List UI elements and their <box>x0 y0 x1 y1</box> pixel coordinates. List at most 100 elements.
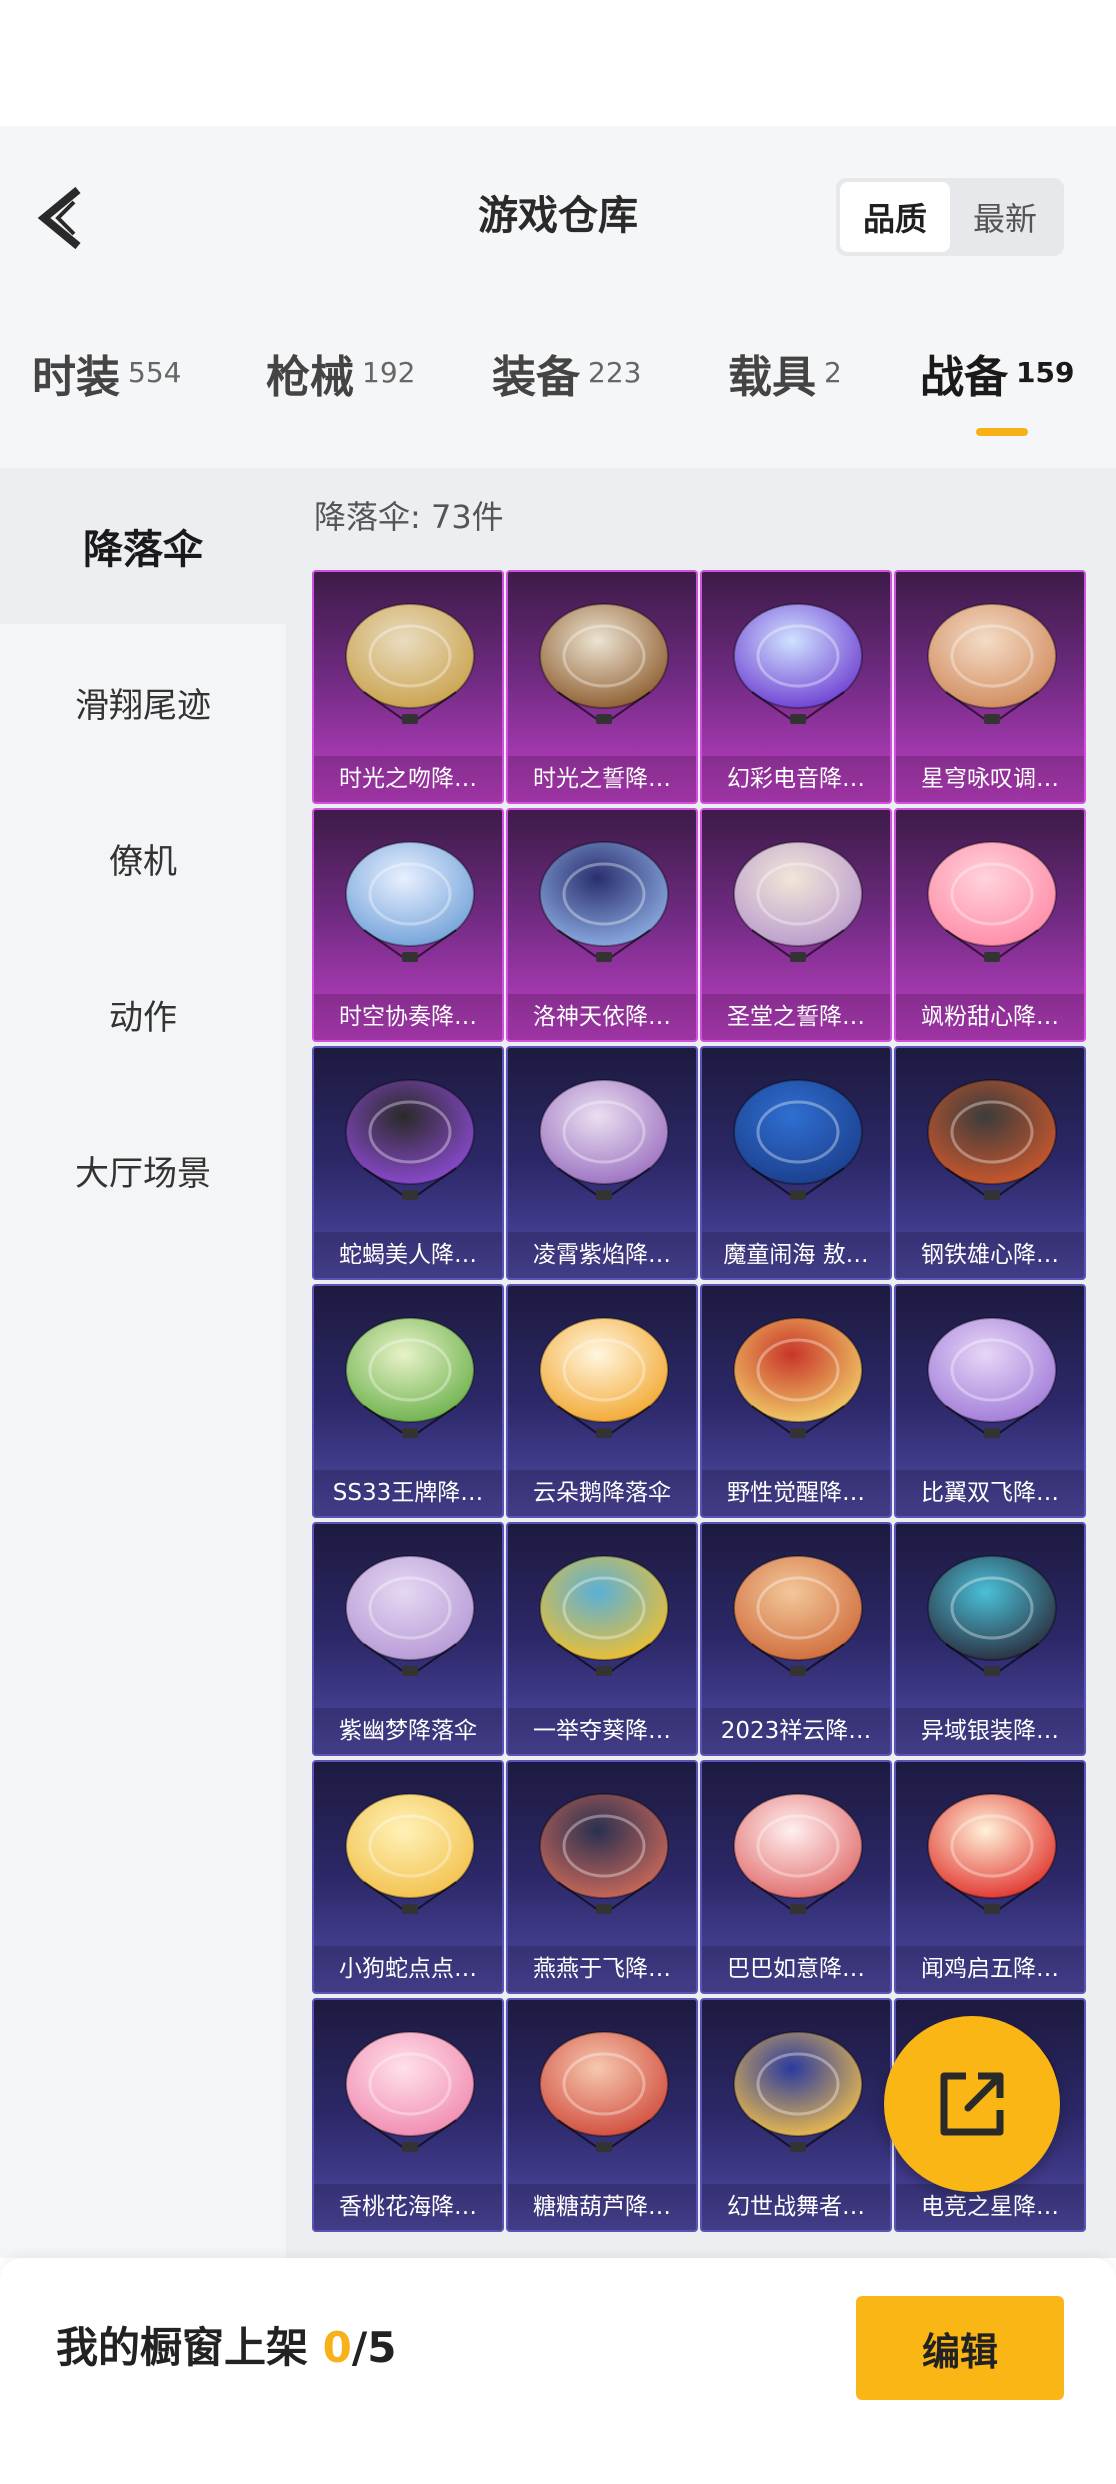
parachute-item-name: 紫幽梦降落伞 <box>314 1708 502 1754</box>
parachute-icon <box>733 1555 863 1676</box>
parachute-item-name: 幻彩电音降… <box>702 756 890 802</box>
parachute-item-name: 飒粉甜心降… <box>896 994 1084 1040</box>
showcase-label-text: 我的橱窗上架 <box>56 2323 323 2372</box>
parachute-item-name: 星穹咏叹调… <box>896 756 1084 802</box>
parachute-item[interactable]: 时光之誓降… <box>506 570 698 804</box>
parachute-item[interactable]: 星穹咏叹调… <box>894 570 1086 804</box>
showcase-max-count: /5 <box>351 2323 397 2372</box>
parachute-item[interactable]: 2023祥云降… <box>700 1522 892 1756</box>
sidebar-item-glide-trail[interactable]: 滑翔尾迹 <box>0 624 286 780</box>
parachute-item[interactable]: 异域银装降… <box>894 1522 1086 1756</box>
parachute-item[interactable]: 闻鸡启五降… <box>894 1760 1086 1994</box>
share-fab-button[interactable] <box>884 2016 1060 2192</box>
parachute-item-name: 巴巴如意降… <box>702 1946 890 1992</box>
parachute-item-name: 蛇蝎美人降… <box>314 1232 502 1278</box>
tab-count: 2 <box>824 356 842 389</box>
parachute-item[interactable]: 幻世战舞者… <box>700 1998 892 2232</box>
parachute-item[interactable]: 野性觉醒降… <box>700 1284 892 1518</box>
parachute-item[interactable]: 时空协奏降… <box>312 808 504 1042</box>
tab-count: 159 <box>1016 356 1075 389</box>
parachute-item[interactable]: 糖糖葫芦降… <box>506 1998 698 2232</box>
parachute-item-name: 糖糖葫芦降… <box>508 2184 696 2230</box>
sort-newest-button[interactable]: 最新 <box>950 182 1060 252</box>
tab-label: 装备 <box>492 352 580 403</box>
parachute-icon <box>927 1793 1057 1914</box>
parachute-item[interactable]: 圣堂之誓降… <box>700 808 892 1042</box>
sort-toggle: 品质 最新 <box>836 178 1064 256</box>
parachute-icon <box>733 2031 863 2152</box>
parachute-item[interactable]: 燕燕于飞降… <box>506 1760 698 1994</box>
parachute-item[interactable]: 钢铁雄心降… <box>894 1046 1086 1280</box>
parachute-icon <box>539 1079 669 1200</box>
tab-count: 192 <box>362 356 416 389</box>
parachute-icon <box>345 2031 475 2152</box>
parachute-icon <box>733 603 863 724</box>
parachute-icon <box>927 1555 1057 1676</box>
tab-count: 554 <box>128 356 182 389</box>
parachute-icon <box>733 1793 863 1914</box>
tab-equipment[interactable]: 装备 223 <box>492 348 641 408</box>
parachute-item-name: 异域银装降… <box>896 1708 1084 1754</box>
parachute-item[interactable]: 幻彩电音降… <box>700 570 892 804</box>
parachute-icon <box>345 1793 475 1914</box>
tab-fashion[interactable]: 时装 554 <box>32 348 181 408</box>
parachute-icon <box>927 603 1057 724</box>
parachute-icon <box>927 1079 1057 1200</box>
parachute-item-name: 幻世战舞者… <box>702 2184 890 2230</box>
parachute-item[interactable]: 比翼双飞降… <box>894 1284 1086 1518</box>
parachute-item-name: 2023祥云降… <box>702 1708 890 1754</box>
tab-count: 223 <box>588 356 642 389</box>
sidebar: 降落伞 滑翔尾迹 僚机 动作 大厅场景 <box>0 468 286 2258</box>
tab-vehicles[interactable]: 载具 2 <box>728 348 842 408</box>
external-link-icon <box>940 2072 1004 2136</box>
parachute-item[interactable]: 云朵鹅降落伞 <box>506 1284 698 1518</box>
parachute-icon <box>927 1317 1057 1438</box>
sort-quality-button[interactable]: 品质 <box>840 182 950 252</box>
parachute-item-name: SS33王牌降… <box>314 1470 502 1516</box>
parachute-item[interactable]: 紫幽梦降落伞 <box>312 1522 504 1756</box>
parachute-item-name: 云朵鹅降落伞 <box>508 1470 696 1516</box>
grid-count-label: 降落伞: 73件 <box>314 498 504 536</box>
parachute-item-name: 钢铁雄心降… <box>896 1232 1084 1278</box>
edit-button[interactable]: 编辑 <box>856 2296 1064 2400</box>
active-tab-indicator <box>976 428 1028 436</box>
parachute-item[interactable]: 香桃花海降… <box>312 1998 504 2232</box>
tab-battle-gear[interactable]: 战备 159 <box>920 348 1074 408</box>
parachute-icon <box>733 1317 863 1438</box>
parachute-item-name: 燕燕于飞降… <box>508 1946 696 1992</box>
tab-weapons[interactable]: 枪械 192 <box>266 348 415 408</box>
tab-label: 载具 <box>728 352 816 403</box>
parachute-icon <box>345 1317 475 1438</box>
status-area <box>0 0 1116 126</box>
parachute-item[interactable]: 一举夺葵降… <box>506 1522 698 1756</box>
parachute-item-name: 洛神天依降… <box>508 994 696 1040</box>
parachute-item-name: 比翼双飞降… <box>896 1470 1084 1516</box>
sidebar-item-lobby-scene[interactable]: 大厅场景 <box>0 1092 286 1248</box>
parachute-icon <box>345 1555 475 1676</box>
showcase-current-count: 0 <box>322 2323 352 2372</box>
parachute-item[interactable]: SS33王牌降… <box>312 1284 504 1518</box>
parachute-icon <box>733 1079 863 1200</box>
parachute-icon <box>539 1793 669 1914</box>
parachute-item[interactable]: 小狗蛇点点… <box>312 1760 504 1994</box>
tab-label: 时装 <box>32 352 120 403</box>
parachute-item[interactable]: 巴巴如意降… <box>700 1760 892 1994</box>
parachute-item-name: 魔童闹海 敖… <box>702 1232 890 1278</box>
parachute-icon <box>927 841 1057 962</box>
parachute-item[interactable]: 时光之吻降… <box>312 570 504 804</box>
parachute-icon <box>539 841 669 962</box>
parachute-item[interactable]: 凌霄紫焰降… <box>506 1046 698 1280</box>
tab-label: 战备 <box>920 352 1008 403</box>
parachute-item-name: 电竞之星降… <box>896 2184 1084 2230</box>
parachute-item[interactable]: 飒粉甜心降… <box>894 808 1086 1042</box>
parachute-item-name: 香桃花海降… <box>314 2184 502 2230</box>
tab-label: 枪械 <box>266 352 354 403</box>
parachute-item[interactable]: 蛇蝎美人降… <box>312 1046 504 1280</box>
parachute-item[interactable]: 魔童闹海 敖… <box>700 1046 892 1280</box>
sidebar-item-wingman[interactable]: 僚机 <box>0 780 286 936</box>
sidebar-item-parachute[interactable]: 降落伞 <box>0 468 286 624</box>
sidebar-item-emote[interactable]: 动作 <box>0 936 286 1092</box>
showcase-label: 我的橱窗上架 0/5 <box>56 2318 396 2378</box>
parachute-icon <box>733 841 863 962</box>
parachute-item[interactable]: 洛神天依降… <box>506 808 698 1042</box>
